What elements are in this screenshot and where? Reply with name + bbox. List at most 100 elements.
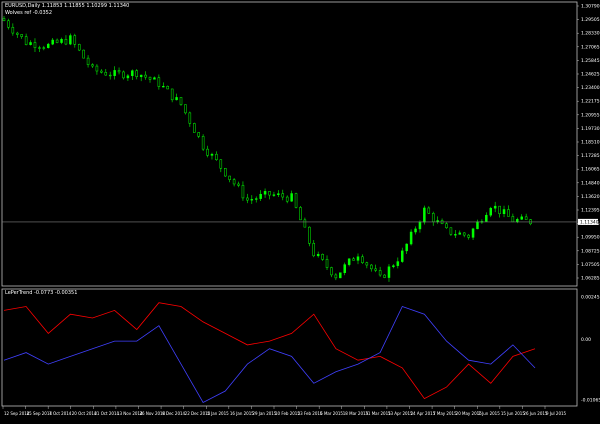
candle[interactable] (321, 253, 324, 261)
candle[interactable] (64, 35, 68, 46)
candle[interactable] (467, 234, 470, 240)
candle[interactable] (502, 205, 506, 218)
candle[interactable] (197, 132, 200, 139)
candle[interactable] (498, 205, 501, 218)
candle[interactable] (162, 82, 165, 88)
candle[interactable] (445, 222, 448, 229)
candle[interactable] (339, 272, 342, 279)
candle[interactable] (440, 218, 444, 225)
chart-canvas[interactable]: 1.30790 1.29505 1.28330 1.27065 1.25845 1.246… (0, 0, 600, 420)
candle[interactable] (436, 216, 439, 224)
candle[interactable] (228, 175, 231, 183)
candle[interactable] (285, 195, 289, 204)
candle[interactable] (485, 212, 488, 222)
candle[interactable] (184, 104, 187, 115)
candle[interactable] (95, 64, 99, 75)
indicator-subpanel[interactable] (1, 288, 578, 407)
main-price-panel[interactable] (1, 1, 578, 287)
candle[interactable] (356, 253, 360, 265)
candle[interactable] (290, 190, 293, 202)
candle[interactable] (188, 111, 192, 127)
candle[interactable] (166, 85, 169, 90)
candle[interactable] (122, 70, 125, 80)
candle[interactable] (418, 220, 422, 233)
candle[interactable] (47, 42, 50, 49)
candle[interactable] (246, 193, 249, 204)
candle[interactable] (343, 262, 346, 276)
candle[interactable] (73, 33, 77, 48)
candle[interactable] (117, 67, 121, 75)
candle[interactable] (201, 134, 205, 151)
candle[interactable] (392, 264, 395, 269)
candle[interactable] (471, 227, 475, 240)
candle[interactable] (507, 205, 510, 217)
candle[interactable] (2, 15, 6, 22)
candle[interactable] (308, 226, 311, 247)
candle[interactable] (427, 206, 431, 214)
candle[interactable] (51, 38, 54, 46)
candle[interactable] (175, 93, 178, 101)
candle[interactable] (281, 189, 285, 201)
candle[interactable] (454, 230, 457, 239)
candle[interactable] (139, 74, 143, 82)
candle[interactable] (86, 55, 90, 68)
candle[interactable] (135, 69, 138, 80)
indicator-axis[interactable]: 0.00245 0.00 -0.01065 (581, 295, 600, 404)
candle[interactable] (330, 266, 333, 278)
candle[interactable] (299, 206, 302, 221)
candle[interactable] (157, 74, 161, 90)
candle[interactable] (179, 97, 183, 106)
candle[interactable] (100, 69, 103, 74)
candle[interactable] (524, 213, 528, 220)
candle[interactable] (325, 255, 329, 271)
price-axis[interactable]: 1.30790 1.29505 1.28330 1.27065 1.25845 1.246… (577, 4, 600, 282)
candle[interactable] (493, 201, 497, 213)
candle[interactable] (237, 181, 240, 188)
candle[interactable] (316, 251, 320, 258)
candle[interactable] (170, 88, 174, 103)
candle[interactable] (193, 122, 196, 133)
candle[interactable] (383, 274, 386, 279)
candle[interactable] (259, 190, 262, 202)
candle[interactable] (33, 38, 37, 52)
time-axis[interactable]: 12 Sep 201425 Sep 20147 Oct 2014 20 Oct 2… (2, 406, 567, 416)
candle[interactable] (16, 31, 19, 38)
candle[interactable] (210, 152, 214, 160)
candle[interactable] (334, 273, 338, 281)
candle[interactable] (511, 213, 515, 223)
candle[interactable] (29, 40, 32, 46)
candle[interactable] (374, 264, 377, 273)
candle[interactable] (401, 247, 404, 263)
candle[interactable] (153, 76, 156, 80)
candle[interactable] (82, 49, 85, 59)
candle[interactable] (7, 18, 10, 30)
candle[interactable] (241, 181, 245, 201)
candle[interactable] (104, 69, 108, 76)
candle[interactable] (263, 188, 267, 198)
candle[interactable] (254, 196, 258, 203)
candle[interactable] (294, 192, 298, 209)
candle[interactable] (387, 264, 391, 282)
candle[interactable] (148, 76, 152, 83)
candle[interactable] (458, 230, 462, 235)
candle[interactable] (462, 232, 466, 238)
candle[interactable] (405, 243, 408, 255)
candle[interactable] (303, 217, 307, 228)
candle[interactable] (414, 226, 417, 235)
candle[interactable] (126, 74, 130, 81)
candle[interactable] (11, 23, 15, 36)
candle[interactable] (91, 63, 94, 69)
candle[interactable] (352, 257, 355, 261)
candle[interactable] (144, 71, 147, 80)
candle[interactable] (77, 43, 81, 52)
candle[interactable] (396, 257, 400, 269)
candle[interactable] (449, 227, 453, 236)
candle[interactable] (224, 167, 227, 177)
candle[interactable] (272, 191, 276, 197)
candle[interactable] (38, 45, 41, 52)
candle[interactable] (312, 240, 315, 258)
candle[interactable] (489, 206, 492, 218)
candle[interactable] (215, 151, 218, 161)
candle[interactable] (108, 71, 112, 80)
candle[interactable] (361, 254, 364, 264)
